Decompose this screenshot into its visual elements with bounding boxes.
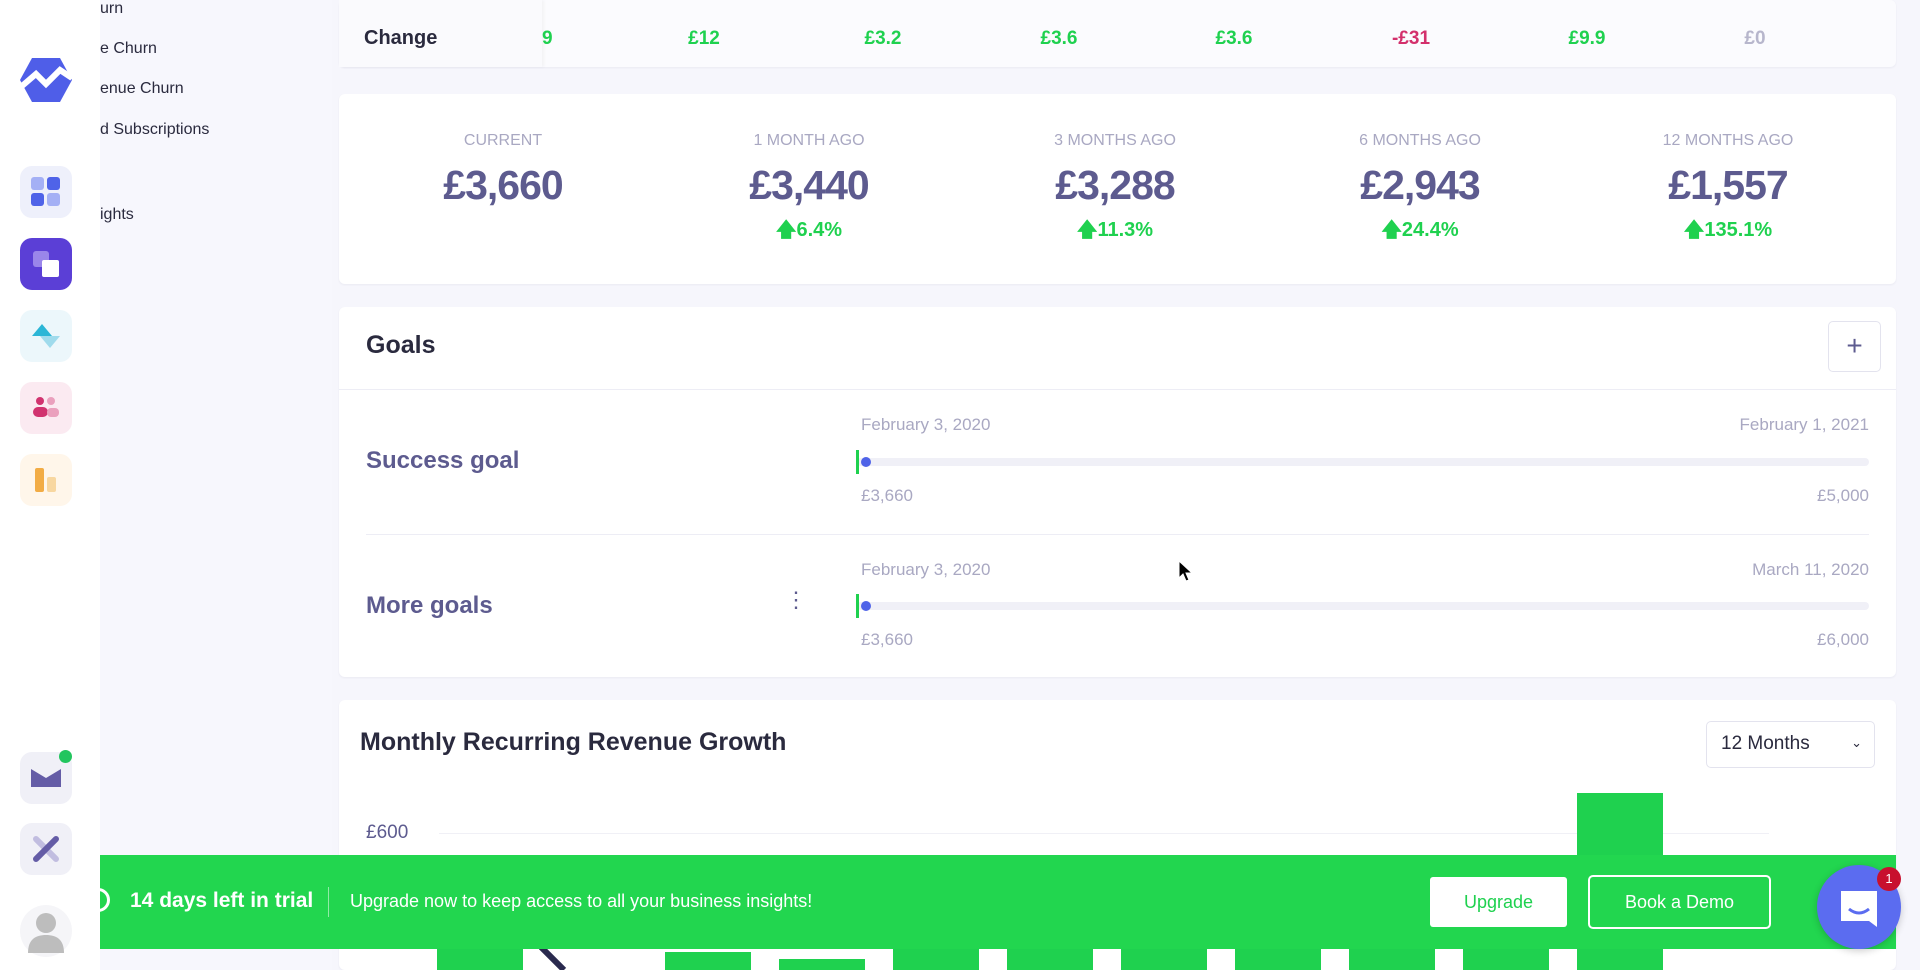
reports-icon[interactable] [20,454,72,506]
clock-icon [86,888,110,912]
gridline [439,833,1769,834]
submenu-item[interactable]: enue Churn [100,80,184,98]
goals-card: Goals + [339,307,1896,677]
logo-icon[interactable] [18,56,74,104]
change-value: £3.6 [1040,28,1078,49]
trial-message: Upgrade now to keep access to all your b… [350,891,813,911]
chart-bar[interactable] [665,951,751,970]
goal-current: £3,660 [861,630,913,649]
change-value: £9.9 [1568,28,1606,49]
icon-rail [0,0,100,970]
upgrade-button[interactable]: Upgrade [1430,877,1567,927]
y-tick-label: £600 [366,822,409,843]
goal-start-date: February 3, 2020 [861,415,991,434]
book-demo-button[interactable]: Book a Demo [1588,875,1771,929]
stat-change: 🡅11.3% [1076,219,1154,241]
goal-name[interactable]: Success goal [366,447,519,475]
range-select[interactable]: 12 Months ⌄ [1706,721,1875,768]
change-label: Change [364,27,438,49]
avatar-icon[interactable] [20,905,72,957]
stat-label: 6 MONTHS AGO [1359,132,1481,149]
range-select-value: 12 Months [1721,733,1810,754]
stat-value: £3,288 [1055,162,1175,208]
mail-badge [59,750,72,763]
goal-progress-dot [861,601,871,611]
goal-start-marker [856,594,859,618]
add-goal-button[interactable]: + [1828,321,1881,372]
stat-label: 1 MONTH AGO [753,132,865,149]
change-value: 9 [542,28,553,49]
chat-badge: 1 [1877,867,1901,891]
chevron-down-icon: ⌄ [1851,735,1862,750]
submenu-item[interactable]: urn [100,0,123,18]
stat-change: 🡅24.4% [1381,219,1459,241]
goal-name[interactable]: More goals [366,592,493,620]
stat-value: £2,943 [1360,162,1480,208]
change-value: £3.6 [1215,28,1253,49]
change-value: £3.2 [864,28,902,49]
stat-change: 🡅135.1% [1683,219,1773,241]
change-row: Change 9 £12 £3.2 £3.6 £3.6 -£31 £9.9 £0 [339,0,1896,67]
goal-progress-dot [861,457,871,467]
stat-label: 3 MONTHS AGO [1054,132,1176,149]
kebab-menu-icon[interactable]: ⋮ [785,589,807,611]
goal-start-marker [856,450,859,474]
trial-days-left: 14 days left in trial [130,889,314,912]
change-value: -£31 [1391,28,1431,49]
customers-icon[interactable] [20,382,72,434]
goals-title: Goals [366,331,436,359]
goal-start-date: February 3, 2020 [861,560,991,579]
stat-value: £3,660 [443,162,563,208]
insights-icon[interactable] [20,310,72,362]
mrr-growth-title: Monthly Recurring Revenue Growth [360,728,787,756]
goal-target: £5,000 [1817,486,1869,505]
goal-progress-bar [857,602,1869,610]
change-value: £0 [1744,28,1766,49]
submenu-item[interactable]: d Subscriptions [100,121,209,139]
goal-end-date: March 11, 2020 [1752,560,1869,579]
stat-value: £3,440 [749,162,869,208]
stat-label: 12 MONTHS AGO [1662,132,1794,149]
stat-value: £1,557 [1668,162,1788,208]
mouse-cursor-icon [1178,560,1194,582]
trial-banner: 14 days left in trial Upgrade now to kee… [86,855,1896,949]
mrr-stats-card: CURRENT £3,660 1 MONTH AGO £3,440 🡅6.4% 3 M… [339,94,1896,284]
stat-change: 🡅6.4% [775,219,843,241]
submenu-panel: urn e Churn enue Churn d Subscriptions i… [100,0,332,970]
tools-icon[interactable] [20,823,72,875]
chart-bar[interactable] [779,958,865,970]
change-value: £12 [688,28,720,49]
submenu-item[interactable]: e Churn [100,40,157,58]
goal-progress-bar [857,458,1869,466]
goal-current: £3,660 [861,486,913,505]
layers-icon[interactable] [20,238,72,290]
submenu-item[interactable]: ights [100,206,134,224]
goal-end-date: February 1, 2021 [1739,415,1869,434]
goal-target: £6,000 [1817,630,1869,649]
dashboard-icon[interactable] [20,166,72,218]
stat-label: CURRENT [463,132,543,149]
chat-icon [1841,891,1877,927]
